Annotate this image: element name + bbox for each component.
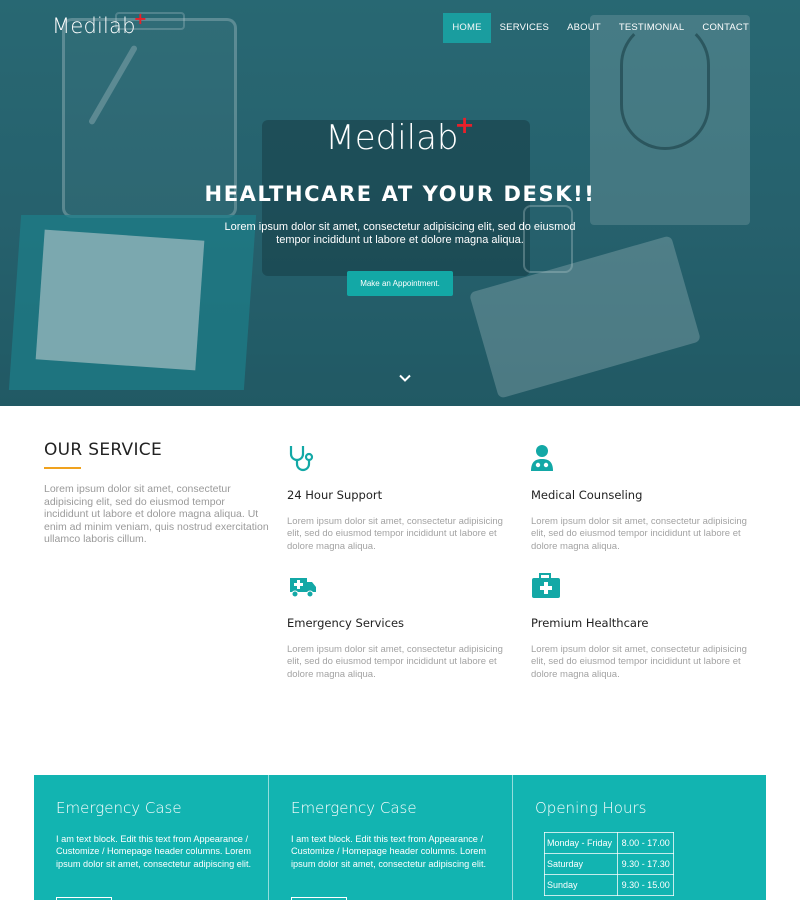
service-text: Lorem ipsum dolor sit amet, consectetur …: [287, 516, 503, 552]
hero-section: Medilab+ HOME SERVICES ABOUT TESTIMONIAL…: [0, 0, 800, 406]
hours-time: 8.00 - 17.00: [617, 832, 674, 854]
chevron-down-icon[interactable]: [399, 372, 411, 384]
info-band: Emergency Case I am text block. Edit thi…: [34, 775, 766, 900]
nav-item-testimonial[interactable]: TESTIMONIAL: [610, 13, 694, 43]
site-logo[interactable]: Medilab+: [52, 9, 147, 38]
nav-item-contact[interactable]: CONTACT: [693, 13, 758, 43]
nav-item-about[interactable]: ABOUT: [558, 13, 610, 43]
main-nav: HOME SERVICES ABOUT TESTIMONIAL CONTACT: [443, 13, 758, 43]
hero-logo-plus-icon: +: [454, 111, 475, 139]
hero-subtitle: Lorem ipsum dolor sit amet, consectetur …: [224, 221, 576, 246]
service-text: Lorem ipsum dolor sit amet, consectetur …: [531, 516, 747, 552]
hero-logo: Medilab+: [0, 111, 800, 158]
hours-time: 9.30 - 15.00: [617, 874, 674, 896]
stethoscope-icon: [289, 446, 314, 472]
hours-day: Saturday: [543, 853, 619, 875]
logo-plus-icon: +: [133, 9, 148, 28]
column-text: I am text block. Edit this text from App…: [291, 834, 487, 869]
ambulance-icon: [290, 578, 316, 598]
service-text: Lorem ipsum dolor sit amet, consectetur …: [287, 644, 503, 680]
emergency-case-column-2: Emergency Case I am text block. Edit thi…: [268, 775, 512, 900]
service-title: Emergency Services: [287, 616, 405, 630]
hours-day: Monday - Friday: [543, 832, 619, 854]
doctor-icon: [531, 445, 553, 471]
column-title: Opening Hours: [535, 799, 647, 817]
hours-time: 9.30 - 17.30: [617, 853, 674, 875]
make-appointment-button[interactable]: Make an Appointment.: [347, 271, 453, 296]
table-row: Sunday 9.30 - 15.00: [543, 874, 674, 896]
services-heading: OUR SERVICE: [44, 440, 163, 460]
service-title: Medical Counseling: [531, 488, 643, 502]
services-intro: Lorem ipsum dolor sit amet, consectetur …: [44, 483, 269, 546]
column-title: Emergency Case: [291, 799, 417, 817]
nav-item-home[interactable]: HOME: [443, 13, 491, 43]
table-row: Saturday 9.30 - 17.30: [543, 853, 674, 875]
column-text: I am text block. Edit this text from App…: [56, 834, 252, 869]
column-title: Emergency Case: [56, 799, 182, 817]
table-row: Monday - Friday 8.00 - 17.00: [543, 832, 674, 854]
site-logo-text: Medilab: [52, 14, 136, 38]
hero-logo-text: Medilab: [325, 118, 459, 158]
nav-item-services[interactable]: SERVICES: [491, 13, 558, 43]
hero-title: HEALTHCARE AT YOUR DESK!!: [204, 182, 596, 206]
opening-hours-column: Opening Hours Monday - Friday 8.00 - 17.…: [512, 775, 766, 900]
service-title: 24 Hour Support: [287, 488, 383, 502]
services-heading-underline: [44, 467, 81, 469]
emergency-case-column: Emergency Case I am text block. Edit thi…: [34, 775, 268, 900]
service-title: Premium Healthcare: [531, 616, 649, 630]
opening-hours-table: Monday - Friday 8.00 - 17.00 Saturday 9.…: [543, 832, 674, 896]
hours-day: Sunday: [543, 874, 619, 896]
medkit-icon: [532, 573, 560, 598]
service-text: Lorem ipsum dolor sit amet, consectetur …: [531, 644, 747, 680]
